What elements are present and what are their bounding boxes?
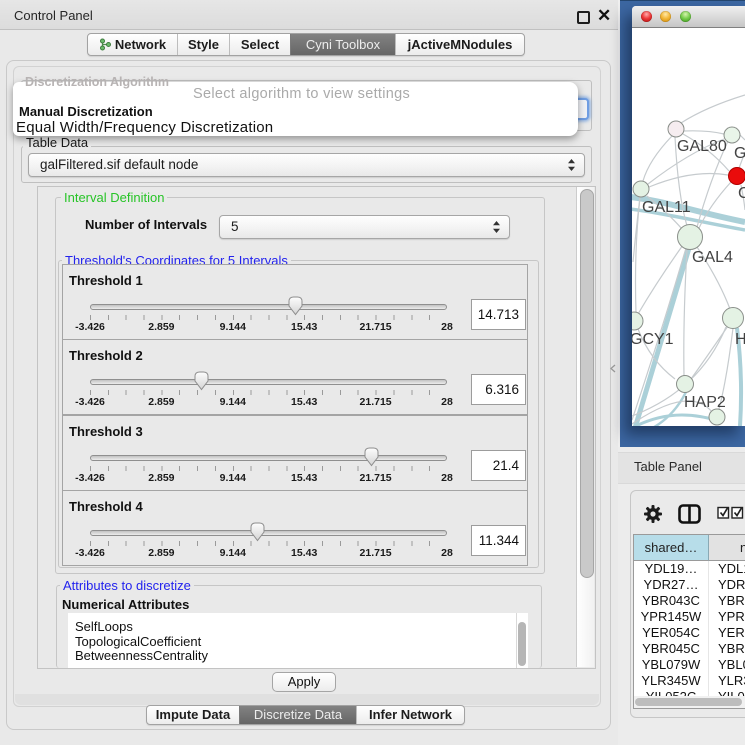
- svg-text:C: C: [738, 185, 745, 202]
- svg-text:GAL11: GAL11: [642, 199, 691, 216]
- svg-text:HAP2: HAP2: [684, 394, 726, 411]
- svg-text:GCY1: GCY1: [632, 331, 674, 348]
- svg-text:GAL80: GAL80: [677, 138, 727, 155]
- svg-text:GAL4: GAL4: [692, 249, 733, 266]
- svg-text:GAL: GAL: [734, 145, 745, 162]
- svg-text:H: H: [735, 331, 745, 348]
